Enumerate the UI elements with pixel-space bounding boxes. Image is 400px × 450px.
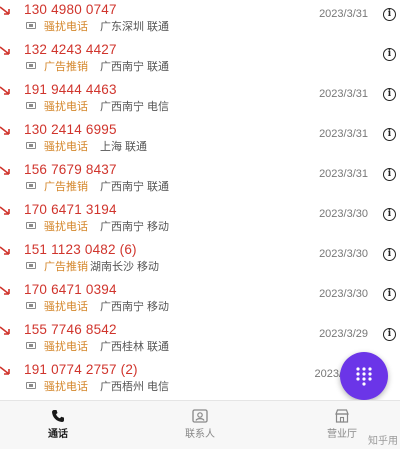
sim-card-icon [26,62,36,69]
sim-card-icon [26,222,36,229]
call-log-row[interactable]: 151 1123 0482 (6) 广告推销 湖南长沙 移动 2023/3/30… [0,240,400,280]
missed-call-arrow-icon [0,286,10,295]
call-log-row[interactable]: 130 4980 0747 骚扰电话 广东深圳 联通 2023/3/31 i [0,0,400,40]
call-tag: 骚扰电话 [44,101,88,113]
call-tag: 骚扰电话 [44,381,88,393]
call-location: 广东深圳 联通 [100,21,170,33]
info-icon[interactable]: i [383,88,396,101]
call-location: 广西南宁 联通 [100,61,170,73]
missed-call-arrow-icon [0,166,10,175]
tab-calls-label: 通话 [48,429,68,440]
missed-call-arrow-icon [0,6,10,15]
call-location: 广西南宁 移动 [100,221,170,233]
phone-number: 170 6471 3194 [24,202,117,217]
call-tag: 广告推销 [44,61,88,73]
call-tag: 骚扰电话 [44,141,88,153]
phone-number: 151 1123 0482 (6) [24,242,137,257]
info-icon[interactable]: i [383,168,396,181]
call-tag: 骚扰电话 [44,221,88,233]
call-location: 广西桂林 联通 [100,341,170,353]
missed-call-arrow-icon [0,126,10,135]
call-date: 2023/ [314,368,342,380]
call-date: 2023/3/30 [319,248,368,260]
call-tag: 骚扰电话 [44,301,88,313]
call-log-list: 130 4980 0747 骚扰电话 广东深圳 联通 2023/3/31 i 1… [0,0,400,400]
phone-number: 191 0774 2757 (2) [24,362,138,377]
call-tag: 广告推销 [44,181,88,193]
call-location: 广西南宁 移动 [100,301,170,313]
bottom-tab-bar: 通话 联系人 营业厅 [0,400,400,449]
missed-call-arrow-icon [0,86,10,95]
call-location: 广西南宁 联通 [100,181,170,193]
missed-call-arrow-icon [0,366,10,375]
phone-number: 170 6471 0394 [24,282,117,297]
call-log-row[interactable]: 155 7746 8542 骚扰电话 广西桂林 联通 2023/3/29 i [0,320,400,360]
call-log-row[interactable]: 191 9444 4463 骚扰电话 广西南宁 电信 2023/3/31 i [0,80,400,120]
call-date: 2023/3/30 [319,208,368,220]
call-location: 广西南宁 电信 [100,101,170,113]
call-log-row[interactable]: 130 2414 6995 骚扰电话 上海 联通 2023/3/31 i [0,120,400,160]
phone-number: 130 4980 0747 [24,2,117,17]
info-icon[interactable]: i [383,8,396,21]
call-tag: 广告推销 [44,261,88,273]
phone-number: 191 9444 4463 [24,82,117,97]
sim-card-icon [26,142,36,149]
missed-call-arrow-icon [0,326,10,335]
info-icon[interactable]: i [383,328,396,341]
sim-card-icon [26,102,36,109]
tab-contacts-label: 联系人 [185,429,215,440]
sim-card-icon [26,302,36,309]
missed-call-arrow-icon [0,206,10,215]
call-log-row[interactable]: 170 6471 0394 骚扰电话 广西南宁 移动 2023/3/30 i [0,280,400,320]
phone-number: 156 7679 8437 [24,162,117,177]
info-icon[interactable]: i [383,208,396,221]
phone-number: 132 4243 4427 [24,42,117,57]
contact-card-icon [192,409,208,423]
missed-call-arrow-icon [0,46,10,55]
sim-card-icon [26,262,36,269]
call-tag: 骚扰电话 [44,21,88,33]
call-date: 2023/3/31 [319,168,368,180]
call-location: 上海 联通 [100,141,148,153]
call-date: 2023/3/30 [319,288,368,300]
watermark: 知乎用 [368,436,398,447]
call-date: 2023/3/31 [319,8,368,20]
sim-card-icon [26,342,36,349]
info-icon[interactable]: i [383,128,396,141]
info-icon[interactable]: i [383,288,396,301]
call-log-row[interactable]: 156 7679 8437 广告推销 广西南宁 联通 2023/3/31 i [0,160,400,200]
dialpad-icon [356,367,372,386]
sim-card-icon [26,22,36,29]
tab-contacts[interactable]: 联系人 [150,401,250,450]
phone-icon [52,410,64,422]
call-tag: 骚扰电话 [44,341,88,353]
call-log-row[interactable]: 170 6471 3194 骚扰电话 广西南宁 移动 2023/3/30 i [0,200,400,240]
phone-number: 130 2414 6995 [24,122,117,137]
dialpad-button[interactable] [340,352,388,400]
sim-card-icon [26,382,36,389]
call-log-row[interactable]: 132 4243 4427 广告推销 广西南宁 联通 i [0,40,400,80]
info-icon[interactable]: i [383,248,396,261]
call-date: 2023/3/31 [319,128,368,140]
call-date: 2023/3/31 [319,88,368,100]
tab-calls[interactable]: 通话 [8,401,108,450]
info-icon[interactable]: i [383,48,396,61]
call-date: 2023/3/29 [319,328,368,340]
store-icon [335,409,349,423]
missed-call-arrow-icon [0,246,10,255]
call-location: 广西梧州 电信 [100,381,170,393]
sim-card-icon [26,182,36,189]
call-location: 湖南长沙 移动 [90,261,160,273]
phone-number: 155 7746 8542 [24,322,117,337]
